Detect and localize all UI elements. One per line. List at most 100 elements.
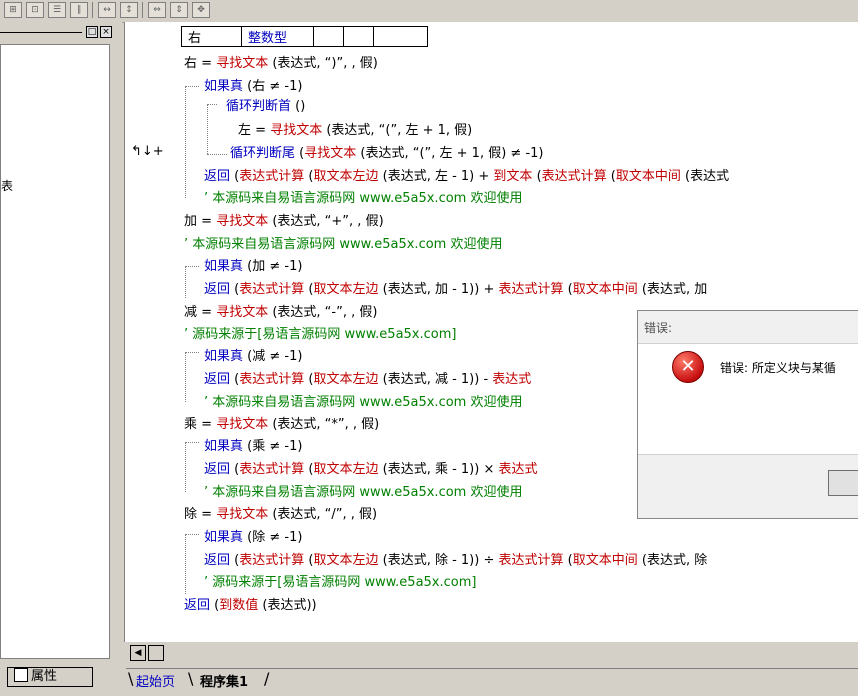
project-tree[interactable]: 表 (0, 44, 110, 659)
scroll-left-icon[interactable]: ◀ (130, 645, 146, 661)
width-icon[interactable]: ⇔ (148, 2, 166, 18)
code-function: 表达式计算 (239, 169, 305, 184)
tree-item-partial[interactable]: 表 (1, 177, 13, 194)
tab-program-set-1[interactable]: 程序集1 (200, 671, 248, 690)
code-var: 减 (184, 305, 198, 320)
code-line[interactable]: 如果真 (乘 ≠ -1) (204, 438, 302, 455)
code-args: ( (230, 282, 240, 297)
code-line[interactable]: ’ 本源码来自易语言源码网 www.e5a5x.com 欢迎使用 (204, 394, 522, 411)
code-var: 右 (184, 56, 198, 71)
code-keyword: 如果真 (204, 530, 244, 545)
code-line[interactable]: 除 = 寻找文本 (表达式, “/”, , 假) (184, 506, 377, 523)
code-function: 取文本左边 (313, 553, 379, 568)
code-line[interactable]: 如果真 (右 ≠ -1) (204, 78, 302, 95)
code-line[interactable]: ’ 本源码来自易语言源码网 www.e5a5x.com 欢迎使用 (204, 484, 522, 501)
variable-row[interactable]: 右 整数型 (181, 26, 428, 47)
variable-type[interactable]: 整数型 (241, 26, 314, 47)
code-keyword: 返回 (204, 282, 231, 297)
code-args: ( (230, 553, 240, 568)
flow-guide (185, 442, 199, 443)
code-args: (表达式, “/”, , 假) (268, 507, 378, 522)
properties-tab[interactable]: 属性 (7, 667, 93, 687)
close-icon[interactable]: × (100, 26, 112, 38)
code-line[interactable]: 如果真 (减 ≠ -1) (204, 348, 302, 365)
code-keyword: 循环判断首 (226, 99, 292, 114)
current-line-marker: ↰↓+ (131, 144, 164, 159)
variable-cell-empty[interactable] (343, 26, 374, 47)
code-keyword: 如果真 (204, 439, 244, 454)
tab-edge: / (264, 669, 270, 688)
code-args: (表达式, 除 (637, 553, 708, 568)
code-line[interactable]: ’ 本源码来自易语言源码网 www.e5a5x.com 欢迎使用 (204, 190, 522, 207)
code-line[interactable]: 乘 = 寻找文本 (表达式, “*”, , 假) (184, 416, 379, 433)
flow-guide (185, 534, 199, 535)
flow-guide (185, 86, 186, 198)
code-args: (乘 ≠ -1) (243, 439, 303, 454)
code-line[interactable]: 循环判断首 () (226, 98, 305, 115)
code-line[interactable]: 左 = 寻找文本 (表达式, “(”, 左 + 1, 假) (238, 122, 472, 139)
code-var: 乘 (184, 417, 198, 432)
code-line[interactable]: 返回 (表达式计算 (取文本左边 (表达式, 乘 - 1)) × 表达式 (204, 461, 538, 478)
code-function: 取文本中间 (572, 553, 638, 568)
code-line[interactable]: 右 = 寻找文本 (表达式, “)”, , 假) (184, 55, 378, 72)
code-line[interactable]: 减 = 寻找文本 (表达式, “-”, , 假) (184, 304, 377, 321)
code-args: ( (295, 146, 305, 161)
code-comment: ’ 源码来源于[易语言源码网 www.e5a5x.com] (204, 575, 477, 590)
code-args: (表达式, 减 - 1)) - (378, 372, 493, 387)
flow-guide (185, 442, 186, 492)
scroll-track[interactable] (148, 645, 164, 661)
stretch-v-icon[interactable]: ↕ (120, 2, 138, 18)
code-function: 寻找文本 (304, 146, 357, 161)
stretch-h-icon[interactable]: ↔ (98, 2, 116, 18)
code-comment: ’ 本源码来自易语言源码网 www.e5a5x.com 欢迎使用 (204, 485, 523, 500)
code-line[interactable]: 加 = 寻找文本 (表达式, “+”, , 假) (184, 213, 384, 230)
code-args: ( (563, 282, 573, 297)
flow-guide (185, 352, 199, 353)
code-function: 寻找文本 (270, 123, 323, 138)
code-args: ( (230, 462, 240, 477)
tab-start-page[interactable]: 起始页 (136, 671, 175, 690)
maximize-icon[interactable]: □ (86, 26, 98, 38)
size-icon[interactable]: ✥ (192, 2, 210, 18)
code-line[interactable]: 返回 (表达式计算 (取文本左边 (表达式, 除 - 1)) ÷ 表达式计算 (… (204, 552, 707, 569)
flow-guide (185, 534, 186, 594)
split-icon[interactable]: ⊡ (26, 2, 44, 18)
code-function: 取文本左边 (313, 169, 379, 184)
grid-icon[interactable]: ☰ (48, 2, 66, 18)
columns-icon[interactable]: ∥ (70, 2, 88, 18)
code-line[interactable]: ’ 本源码来自易语言源码网 www.e5a5x.com 欢迎使用 (184, 236, 502, 253)
variable-cell-empty[interactable] (373, 26, 428, 47)
code-margin: ↰↓+ (124, 22, 177, 642)
table-icon[interactable]: ⊞ (4, 2, 22, 18)
code-function: 取文本左边 (313, 282, 379, 297)
code-function: 到文本 (493, 169, 533, 184)
tab-edge: \ (188, 669, 194, 688)
variable-name[interactable]: 右 (181, 26, 242, 47)
code-line[interactable]: ’ 源码来源于[易语言源码网 www.e5a5x.com] (204, 574, 476, 591)
code-keyword: 如果真 (204, 79, 244, 94)
code-line[interactable]: 循环判断尾 (寻找文本 (表达式, “(”, 左 + 1, 假) ≠ -1) (230, 145, 543, 162)
panel-titlebar: □ × (0, 26, 116, 40)
code-comment: ’ 本源码来自易语言源码网 www.e5a5x.com 欢迎使用 (204, 395, 523, 410)
code-args: (减 ≠ -1) (243, 349, 303, 364)
height-icon[interactable]: ⇕ (170, 2, 188, 18)
code-args: (表达式, “)”, , 假) (268, 56, 378, 71)
horizontal-scrollbar[interactable]: ◀ (130, 643, 858, 663)
code-args: (表达式, “-”, , 假) (268, 305, 378, 320)
variable-cell-empty[interactable] (313, 26, 344, 47)
code-line[interactable]: 返回 (到数值 (表达式)) (184, 597, 317, 614)
code-comment: ’ 本源码来自易语言源码网 www.e5a5x.com 欢迎使用 (204, 191, 523, 206)
code-keyword: 返回 (204, 372, 231, 387)
code-line[interactable]: 如果真 (加 ≠ -1) (204, 258, 302, 275)
code-line[interactable]: 返回 (表达式计算 (取文本左边 (表达式, 减 - 1)) - 表达式 (204, 371, 531, 388)
code-function: 表达式计算 (498, 282, 564, 297)
ok-button[interactable] (828, 470, 858, 496)
code-function: 取文本中间 (615, 169, 681, 184)
code-line[interactable]: ’ 源码来源于[易语言源码网 www.e5a5x.com] (184, 326, 456, 343)
code-line[interactable]: 返回 (表达式计算 (取文本左边 (表达式, 加 - 1)) + 表达式计算 (… (204, 281, 707, 298)
code-line[interactable]: 如果真 (除 ≠ -1) (204, 529, 302, 546)
code-args: (表达式, 除 - 1)) ÷ (378, 553, 499, 568)
code-op: = (251, 123, 271, 138)
code-line[interactable]: 返回 (表达式计算 (取文本左边 (表达式, 左 - 1) + 到文本 (表达式… (204, 168, 729, 185)
code-function: 寻找文本 (216, 507, 269, 522)
